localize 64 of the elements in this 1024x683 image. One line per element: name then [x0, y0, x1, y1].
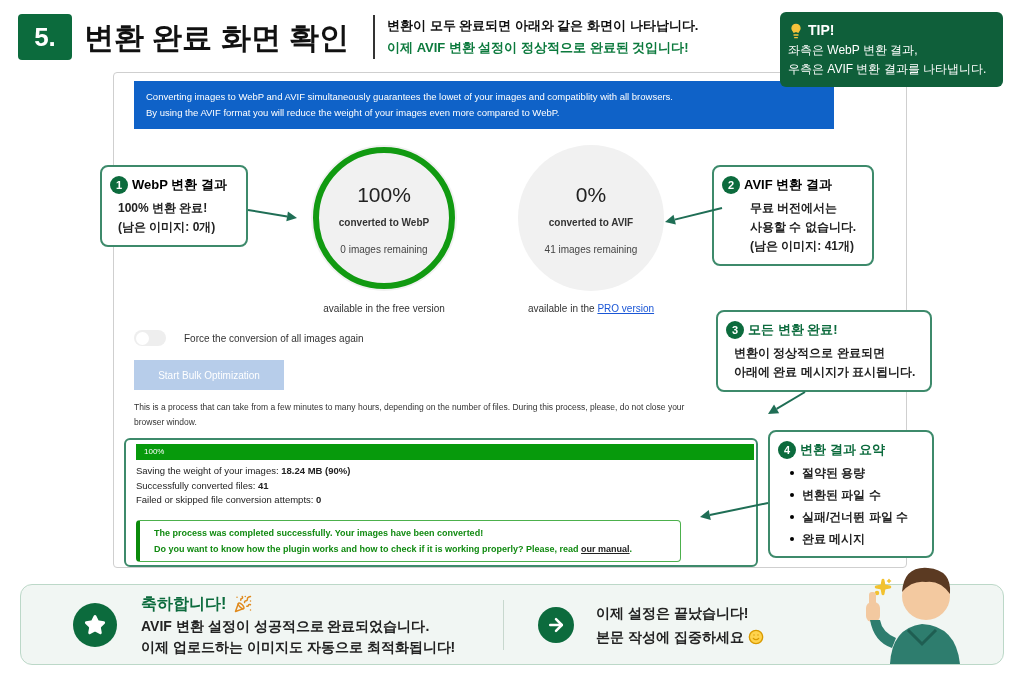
callout-title: WebP 변환 결과	[132, 176, 227, 194]
tip-text: 우측은 AVIF 변환 결과를 나타냅니다.	[788, 61, 988, 78]
banner-text: 본문 작성에 집중하세요	[596, 627, 744, 647]
remaining-count: 41 images remaining	[544, 242, 638, 257]
tip-text: 좌측은 WebP 변환 결과,	[788, 42, 919, 59]
page-title: 변환 완료 화면 확인	[84, 19, 350, 56]
bullet-icon	[790, 536, 794, 541]
percent-value: 0%	[575, 182, 607, 209]
step-badge: 5.	[18, 14, 72, 60]
banner-text: 이제 설정은 끝났습니다!	[596, 603, 749, 623]
party-popper-icon	[234, 594, 253, 613]
availability-text: available in the free version	[323, 302, 445, 316]
callout-item: 변환된 파일 수	[802, 486, 881, 504]
banner-text: 이제 업로드하는 이미지도 자동으로 최적화됩니다!	[141, 637, 457, 657]
callout-text: (남은 이미지: 0개)	[118, 218, 217, 236]
availability-text: available in the PRO version	[527, 302, 655, 316]
smile-icon	[747, 628, 764, 645]
arrow	[665, 207, 723, 225]
callout-title: AVIF 변환 결과	[744, 176, 832, 194]
pro-version-link[interactable]: PRO version	[597, 303, 655, 314]
callout-title: 변환 결과 요약	[800, 441, 886, 459]
callout-item: 절약된 용량	[802, 464, 866, 482]
callout-text: 무료 버전에서는	[750, 199, 839, 217]
arrow-right-icon	[538, 606, 574, 643]
remaining-count: 0 images remaining	[340, 242, 428, 257]
manual-link[interactable]: our manual	[581, 543, 630, 554]
format-label: converted to AVIF	[548, 215, 634, 230]
bullet-icon	[790, 514, 794, 519]
number-badge: 4	[778, 440, 796, 459]
success-text: Do you want to know how the plugin works and how to check if it is working properly? Please, read our manual.	[154, 542, 634, 556]
callout-text: 사용할 수 없습니다.	[750, 218, 857, 236]
lightbulb-icon	[788, 22, 804, 39]
process-note: This is a process that can take from a few minutes to many hours, depending on the number of files. During this process, please, do not close your browser window.	[134, 401, 686, 429]
stat-text: Failed or skipped file conversion attempts: 0	[136, 493, 323, 507]
callout-item: 완료 메시지	[802, 530, 866, 548]
arrow	[768, 391, 806, 414]
number-badge: 2	[722, 175, 740, 194]
tip-title: TIP!	[808, 21, 835, 40]
format-label: converted to WebP	[338, 215, 430, 230]
toggle-label: Force the conversion of all images again	[184, 331, 364, 346]
banner-title: 축하합니다!	[141, 593, 227, 614]
percent-value: 100%	[357, 182, 411, 209]
callout-text: 변환이 정상적으로 완료되면	[734, 344, 886, 362]
sparkle-icon	[874, 578, 892, 596]
callout-text: 아래에 완료 메시지가 표시됩니다.	[734, 363, 917, 381]
banner-text: AVIF 변환 설정이 성공적으로 완료되었습니다.	[141, 616, 431, 636]
notice-text: Converting images to WebP and AVIF simultaneously guarantees the lowet of your images and compatiblity with all browsers.	[146, 90, 674, 104]
success-text: The process was completed successfully. Your images have been converted!	[154, 526, 485, 540]
subtitle-text: 이제 AVIF 변환 설정이 정상적으로 완료된 것입니다!	[387, 39, 690, 57]
callout-text: 100% 변환 완료!	[118, 199, 209, 217]
callout-title: 모든 변환 완료!	[748, 321, 838, 339]
notice-text: By using the AVIF format you will reduce the weight of your images even more compared to WebP.	[146, 106, 561, 120]
bullet-icon	[790, 492, 794, 497]
number-badge: 1	[110, 175, 128, 194]
stat-text: Successfully converted files: 41	[136, 478, 270, 493]
callout-text: (남은 이미지: 41개)	[750, 237, 855, 255]
callout-item: 실패/건너뛴 파일 수	[802, 508, 908, 526]
progress-label: 100%	[144, 446, 165, 458]
stat-text: Saving the weight of your images: 18.24 MB (90%)	[136, 464, 352, 478]
subtitle-text: 변환이 모두 완료되면 아래와 같은 화면이 나타납니다.	[387, 17, 699, 35]
number-badge: 3	[726, 320, 744, 339]
arrow	[247, 209, 297, 222]
bullet-icon	[790, 470, 794, 475]
arrow	[700, 502, 769, 520]
